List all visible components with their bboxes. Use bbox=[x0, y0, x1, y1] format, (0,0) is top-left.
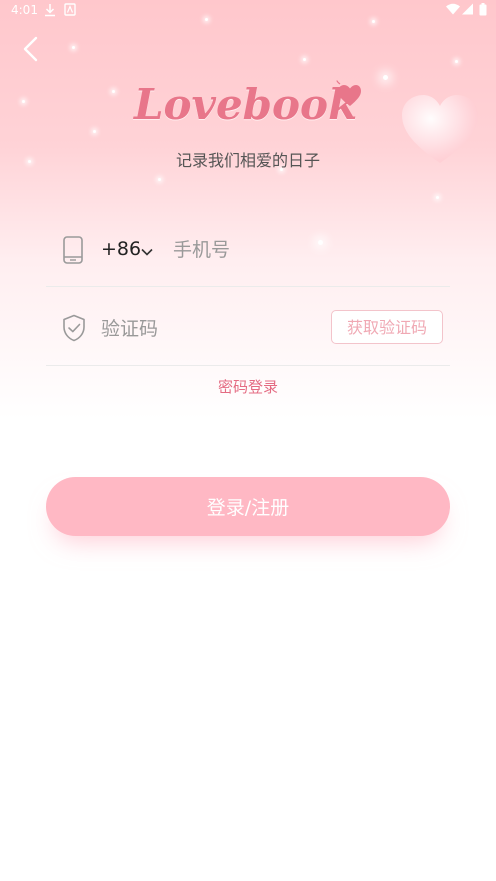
battery-icon bbox=[479, 3, 487, 19]
sparkle-decoration bbox=[455, 60, 458, 63]
login-screen: 4:01 Lovebook 记录我们相爱的日子 +86 手机号 验证码 获取验证… bbox=[0, 0, 496, 881]
back-button[interactable] bbox=[14, 32, 48, 66]
logo-text: Lovebook bbox=[134, 80, 358, 129]
app-logo: Lovebook bbox=[134, 80, 364, 144]
phone-field: +86 bbox=[46, 216, 450, 287]
shield-check-icon bbox=[62, 314, 86, 346]
sparkle-decoration bbox=[93, 130, 96, 133]
status-bar: 4:01 bbox=[0, 0, 496, 22]
login-register-button[interactable]: 登录/注册 bbox=[46, 477, 450, 536]
sparkle-decoration bbox=[303, 58, 306, 61]
status-time: 4:01 bbox=[11, 3, 38, 17]
chevron-down-icon[interactable] bbox=[141, 242, 153, 261]
heart-icon bbox=[334, 80, 362, 114]
sparkle-decoration bbox=[383, 75, 388, 80]
sparkle-decoration bbox=[112, 90, 115, 93]
password-login-link[interactable]: 密码登录 bbox=[0, 376, 496, 397]
wifi-icon bbox=[446, 3, 460, 18]
get-code-button[interactable]: 获取验证码 bbox=[331, 310, 443, 344]
chevron-left-icon bbox=[23, 36, 38, 62]
phone-number-input[interactable] bbox=[173, 234, 433, 266]
sparkle-decoration bbox=[72, 46, 75, 49]
tagline: 记录我们相爱的日子 bbox=[175, 151, 320, 170]
verification-code-field: 获取验证码 bbox=[46, 295, 450, 366]
sparkle-decoration bbox=[436, 196, 439, 199]
download-icon bbox=[44, 3, 56, 20]
verification-code-input[interactable] bbox=[101, 313, 321, 345]
sparkle-decoration bbox=[22, 100, 25, 103]
country-code-selector[interactable]: +86 bbox=[101, 238, 141, 260]
signal-icon bbox=[462, 3, 473, 18]
sparkle-decoration bbox=[158, 178, 161, 181]
phone-icon bbox=[62, 236, 84, 268]
notification-icon bbox=[64, 3, 76, 19]
